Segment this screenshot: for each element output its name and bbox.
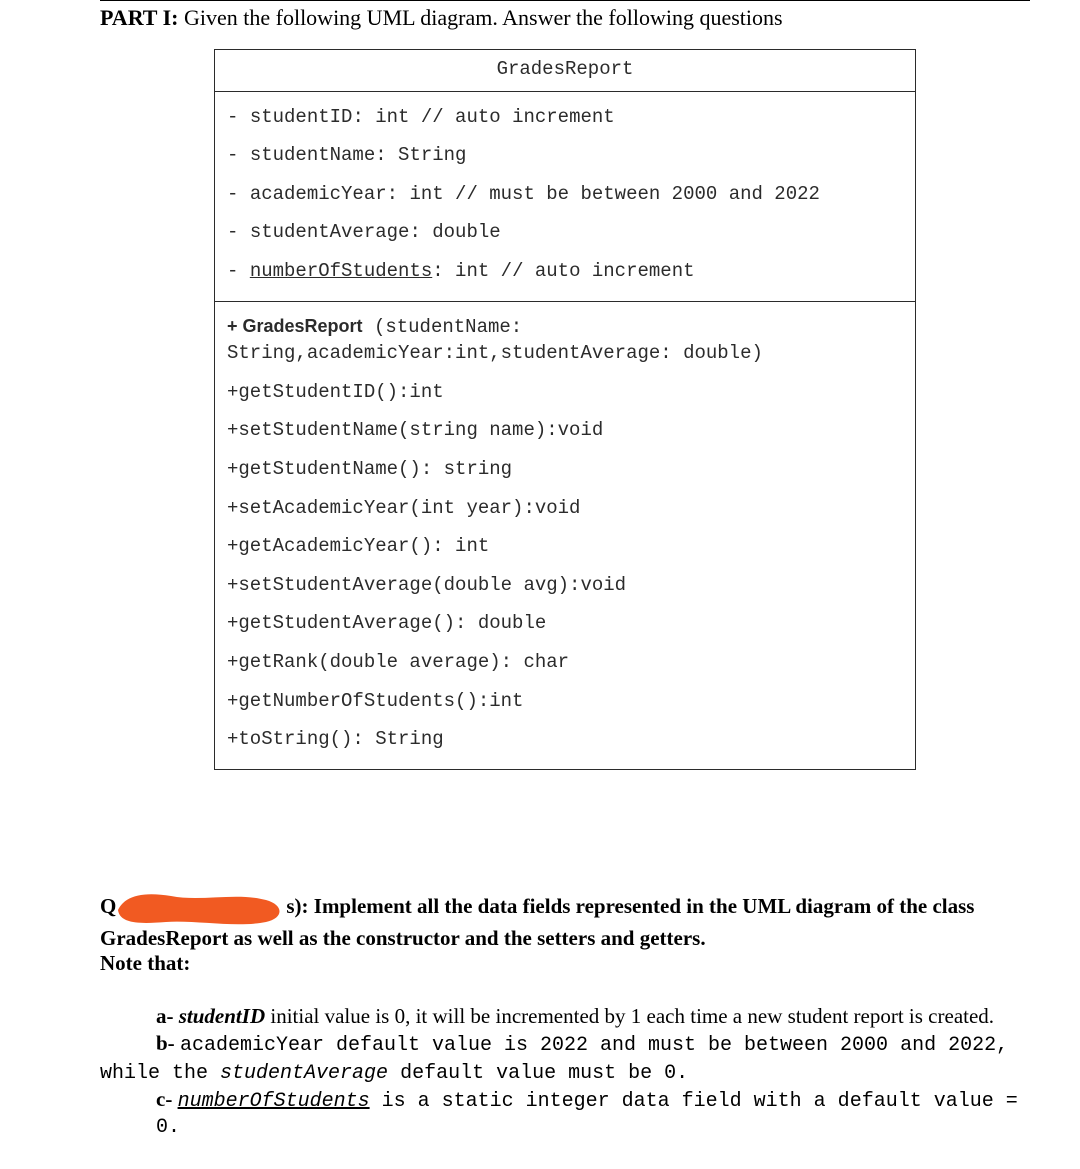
uml-operation: +setStudentAverage(double avg):void xyxy=(225,566,905,605)
uml-operation: +setAcademicYear(int year):void xyxy=(225,489,905,528)
uml-operation: +getStudentID():int xyxy=(225,373,905,412)
uml-operation: +getStudentAverage(): double xyxy=(225,604,905,643)
document-page: PART I: Given the following UML diagram.… xyxy=(0,0,1080,1169)
note-a: a- studentID initial value is 0, it will… xyxy=(100,1004,1030,1029)
uml-attribute: - studentName: String xyxy=(225,136,905,175)
uml-operation: + GradesReport (studentName: xyxy=(225,308,905,341)
uml-operation-cont: String,academicYear:int,studentAverage: … xyxy=(225,340,905,373)
uml-class-box: GradesReport - studentID: int // auto in… xyxy=(214,49,916,770)
uml-attribute: - studentAverage: double xyxy=(225,213,905,252)
uml-attribute: - academicYear: int // must be between 2… xyxy=(225,175,905,214)
part-heading: PART I: Given the following UML diagram.… xyxy=(100,5,1030,31)
uml-attribute: - numberOfStudents: int // auto incremen… xyxy=(225,252,905,291)
uml-class-name: GradesReport xyxy=(215,50,915,92)
uml-attribute: - studentID: int // auto increment xyxy=(225,98,905,137)
note-c: c- numberOfStudents is a static integer … xyxy=(100,1087,1030,1139)
note-b: b- academicYear default value is 2022 an… xyxy=(100,1031,1030,1057)
part-label: PART I: xyxy=(100,5,178,30)
top-rule xyxy=(100,0,1030,1)
question-line2: GradesReport as well as the constructor … xyxy=(100,926,1030,951)
uml-operations-section: + GradesReport (studentName: String,acad… xyxy=(215,302,915,769)
part-text: Given the following UML diagram. Answer … xyxy=(178,5,782,30)
question-line1: Implement all the data fields represente… xyxy=(314,894,975,918)
uml-operation: +setStudentName(string name):void xyxy=(225,411,905,450)
uml-attributes-section: - studentID: int // auto increment - stu… xyxy=(215,92,915,302)
uml-operation: +getRank(double average): char xyxy=(225,643,905,682)
uml-operation: +toString(): String xyxy=(225,720,905,759)
question-prefix: Q xyxy=(100,894,116,918)
question-suffix: s): xyxy=(286,894,313,918)
uml-operation: +getNumberOfStudents():int xyxy=(225,682,905,721)
uml-operation: +getStudentName(): string xyxy=(225,450,905,489)
uml-operation: +getAcademicYear(): int xyxy=(225,527,905,566)
question-block: Q s): Implement all the data fields repr… xyxy=(100,890,1030,976)
redaction-mark-icon xyxy=(116,890,286,926)
question-note-label: Note that: xyxy=(100,951,1030,976)
notes-block: a- studentID initial value is 0, it will… xyxy=(100,1004,1030,1139)
